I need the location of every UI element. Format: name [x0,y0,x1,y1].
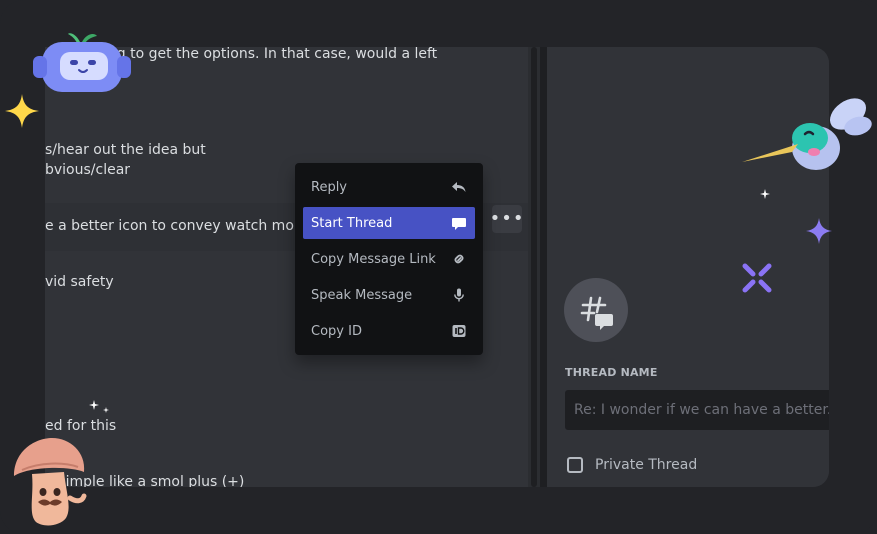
chat-message-line: bvious/clear [45,162,131,178]
thread-icon [452,218,466,230]
thread-hash-icon [564,278,628,342]
mushroom-character-icon [14,438,87,526]
reply-icon [452,182,466,192]
purple-sparkle-icon [806,218,832,244]
wumpus-robot-icon [33,33,131,92]
private-thread-toggle[interactable]: Private Thread [567,457,697,473]
small-star-icon [760,189,770,199]
app-frame: ght clicking to get the options. In that… [0,0,877,534]
menu-item-label: Start Thread [311,215,393,231]
chat-message-line: vid safety [45,274,114,290]
thread-name-label: THREAD NAME [565,366,658,379]
thread-name-input[interactable] [565,390,829,430]
menu-item-label: Reply [311,179,348,195]
more-actions-button[interactable]: ••• [490,205,523,233]
chat-message-line: ed for this [45,418,117,434]
link-icon [454,254,464,264]
chat-message-line: s/hear out the idea but [45,142,206,158]
menu-item-label: Copy Message Link [311,251,436,267]
chat-message-line: e a better icon to convey watch more b [45,218,322,234]
menu-item-speak-message[interactable]: Speak Message [303,279,475,311]
tiny-sparkles-icon [89,400,109,413]
private-thread-checkbox[interactable] [567,457,583,473]
message-context-menu: Reply Start Thread Copy Message Link Spe… [295,163,483,355]
id-icon [452,325,466,337]
menu-item-start-thread[interactable]: Start Thread [303,207,475,239]
pane-divider[interactable] [540,47,547,487]
menu-item-copy-message-link[interactable]: Copy Message Link [303,243,475,275]
microphone-icon [454,288,464,302]
private-thread-label: Private Thread [595,457,698,473]
menu-item-label: Speak Message [311,287,413,303]
chat-scrollbar-thumb[interactable] [531,47,537,487]
hummingbird-icon [742,98,872,170]
menu-item-copy-id[interactable]: Copy ID [303,315,475,347]
purple-cross-sparkle-icon [742,263,772,293]
menu-item-reply[interactable]: Reply [303,171,475,203]
sparkle-icon [5,94,39,128]
menu-item-label: Copy ID [311,323,362,339]
